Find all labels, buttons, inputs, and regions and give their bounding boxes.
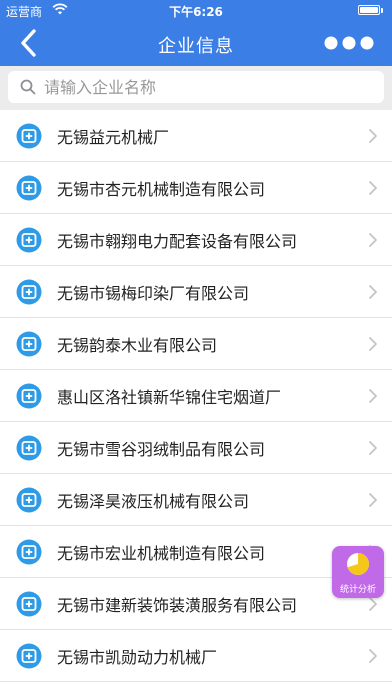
company-name: 无锡市建新装饰装潢服务有限公司 xyxy=(57,596,298,615)
search-icon xyxy=(20,79,36,95)
status-bar: 运营商 下午6:26 xyxy=(0,0,392,20)
add-company-icon xyxy=(16,175,42,201)
chevron-right-icon xyxy=(369,441,377,455)
status-time: 下午6:26 xyxy=(169,5,223,19)
stats-analysis-button[interactable]: 统计分析 xyxy=(332,546,384,598)
add-company-icon xyxy=(16,383,42,409)
chevron-right-icon xyxy=(369,649,377,663)
search-box[interactable] xyxy=(8,71,384,103)
company-name: 惠山区洛社镇新华锦住宅烟道厂 xyxy=(57,388,282,407)
chevron-right-icon xyxy=(369,181,377,195)
add-company-icon xyxy=(16,227,42,253)
company-name: 无锡泽昊液压机械有限公司 xyxy=(57,492,250,511)
company-name: 无锡市宏业机械制造有限公司 xyxy=(57,544,266,563)
company-row[interactable]: 无锡市翱翔电力配套设备有限公司 xyxy=(0,214,392,266)
company-name: 无锡市凯勋动力机械厂 xyxy=(57,648,218,667)
search-bar xyxy=(0,66,392,110)
company-row[interactable]: 无锡市锡梅印染厂有限公司 xyxy=(0,266,392,318)
company-name: 无锡市翱翔电力配套设备有限公司 xyxy=(57,232,298,251)
company-row[interactable]: 无锡益元机械厂 xyxy=(0,110,392,162)
chevron-right-icon xyxy=(369,389,377,403)
company-row[interactable]: 无锡韵泰木业有限公司 xyxy=(0,318,392,370)
company-name: 无锡市锡梅印染厂有限公司 xyxy=(57,284,250,303)
chevron-right-icon xyxy=(369,129,377,143)
add-company-icon xyxy=(16,123,42,149)
pie-chart-icon xyxy=(347,553,370,575)
company-name: 无锡韵泰木业有限公司 xyxy=(57,336,218,355)
add-company-icon xyxy=(16,591,42,617)
chevron-right-icon xyxy=(369,285,377,299)
more-dots-icon[interactable] xyxy=(324,36,374,50)
battery-icon xyxy=(358,5,383,15)
search-input[interactable] xyxy=(44,75,374,99)
company-row[interactable]: 无锡市雪谷羽绒制品有限公司 xyxy=(0,422,392,474)
add-company-icon xyxy=(16,279,42,305)
add-company-icon xyxy=(16,435,42,461)
company-list: 无锡益元机械厂无锡市杏元机械制造有限公司无锡市翱翔电力配套设备有限公司 无锡市锡梅… xyxy=(0,110,392,682)
company-name: 无锡市雪谷羽绒制品有限公司 xyxy=(57,440,266,459)
add-company-icon xyxy=(16,487,42,513)
chevron-right-icon xyxy=(369,597,377,611)
nav-bar: 企业信息 xyxy=(0,20,392,66)
company-name: 无锡市杏元机械制造有限公司 xyxy=(57,180,266,199)
chevron-right-icon xyxy=(369,233,377,247)
stats-label: 统计分析 xyxy=(339,585,376,595)
add-company-icon xyxy=(16,643,42,669)
company-row[interactable]: 惠山区洛社镇新华锦住宅烟道厂 xyxy=(0,370,392,422)
company-name: 无锡益元机械厂 xyxy=(57,128,170,147)
chevron-right-icon xyxy=(369,493,377,507)
add-company-icon xyxy=(16,539,42,565)
add-company-icon xyxy=(16,331,42,357)
company-row[interactable]: 无锡泽昊液压机械有限公司 xyxy=(0,474,392,526)
chevron-right-icon xyxy=(369,337,377,351)
company-row[interactable]: 无锡市杏元机械制造有限公司 xyxy=(0,162,392,214)
company-row[interactable]: 无锡市凯勋动力机械厂 xyxy=(0,630,392,682)
